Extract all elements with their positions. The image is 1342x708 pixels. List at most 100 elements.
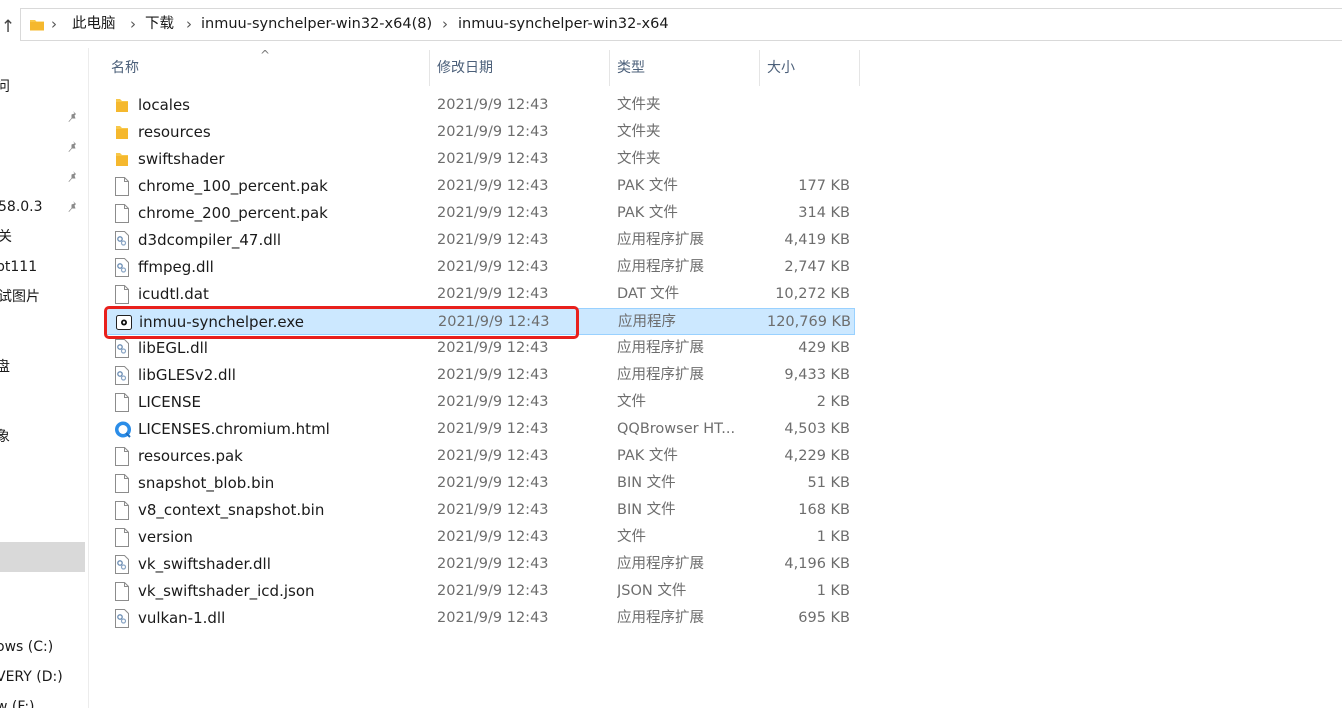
folder-icon [114, 95, 132, 116]
annotation-highlight-box [104, 306, 579, 339]
navigation-pane: 问 58.0.3 关 pt111 试图片 盘 象 ows (C:) VERY (… [0, 48, 86, 708]
file-name: swiftshader [138, 150, 225, 168]
pin-icon[interactable] [66, 140, 80, 154]
file-type: 应用程序扩展 [617, 610, 704, 626]
file-type: DAT 文件 [617, 286, 680, 302]
column-header-date[interactable]: 修改日期 [431, 50, 609, 86]
breadcrumb-separator: › [51, 15, 57, 33]
file-size: 4,503 KB [784, 421, 850, 437]
file-icon [114, 284, 132, 305]
file-row[interactable]: d3dcompiler_47.dll 2021/9/9 12:43 应用程序扩展 4,… [106, 227, 855, 254]
column-header-name[interactable]: 名称 [105, 50, 430, 86]
dll-icon [114, 608, 132, 629]
file-size: 4,419 KB [784, 232, 850, 248]
column-separator[interactable] [859, 50, 860, 86]
nav-item[interactable]: pt111 [0, 253, 37, 281]
file-row[interactable]: resources 2021/9/9 12:43 文件夹 [106, 119, 855, 146]
file-size: 1 KB [816, 529, 850, 545]
file-row[interactable]: swiftshader 2021/9/9 12:43 文件夹 [106, 146, 855, 173]
nav-item[interactable]: 试图片 [0, 283, 40, 311]
file-icon [114, 527, 132, 548]
file-date: 2021/9/9 12:43 [437, 421, 549, 437]
file-row[interactable]: version 2021/9/9 12:43 文件 1 KB [106, 524, 855, 551]
file-icon [114, 392, 132, 413]
file-row[interactable]: locales 2021/9/9 12:43 文件夹 [106, 92, 855, 119]
column-header-size[interactable]: 大小 [761, 50, 859, 86]
folder-icon [114, 149, 132, 170]
file-type: 文件 [617, 394, 646, 410]
nav-item[interactable]: 盘 [0, 353, 10, 381]
file-row[interactable]: vk_swiftshader_icd.json 2021/9/9 12:43 JSO… [106, 578, 855, 605]
file-size: 4,196 KB [784, 556, 850, 572]
column-separator[interactable] [609, 50, 610, 86]
dll-icon [114, 554, 132, 575]
file-row[interactable]: vulkan-1.dll 2021/9/9 12:43 应用程序扩展 695 KB [106, 605, 855, 632]
nav-item-drive-d[interactable]: VERY (D:) [0, 663, 63, 691]
file-date: 2021/9/9 12:43 [437, 286, 549, 302]
file-row[interactable]: vk_swiftshader.dll 2021/9/9 12:43 应用程序扩展 4,… [106, 551, 855, 578]
breadcrumb-parent-folder[interactable]: inmuu-synchelper-win32-x64(8) [201, 9, 432, 40]
file-row[interactable]: icudtl.dat 2021/9/9 12:43 DAT 文件 10,272 KB [106, 281, 855, 308]
address-bar: ↑ › 此电脑 › 下载 › inmuu-synchelper-win32-x6… [0, 0, 1342, 48]
file-date: 2021/9/9 12:43 [437, 583, 549, 599]
up-arrow-icon[interactable]: ↑ [0, 15, 16, 39]
breadcrumb-downloads[interactable]: 下载 [145, 9, 174, 40]
file-row[interactable]: resources.pak 2021/9/9 12:43 PAK 文件 4,229 K… [106, 443, 855, 470]
nav-item[interactable]: 象 [0, 423, 10, 451]
file-row[interactable]: chrome_200_percent.pak 2021/9/9 12:43 PAK … [106, 200, 855, 227]
nav-item[interactable]: 问 [0, 73, 10, 101]
file-date: 2021/9/9 12:43 [437, 205, 549, 221]
file-date: 2021/9/9 12:43 [437, 475, 549, 491]
file-row[interactable]: snapshot_blob.bin 2021/9/9 12:43 BIN 文件 51 … [106, 470, 855, 497]
file-type: PAK 文件 [617, 178, 678, 194]
file-name: LICENSES.chromium.html [138, 420, 330, 438]
file-row[interactable]: libGLESv2.dll 2021/9/9 12:43 应用程序扩展 9,433 K… [106, 362, 855, 389]
file-icon [114, 203, 132, 224]
pin-icon[interactable] [66, 110, 80, 124]
file-name: d3dcompiler_47.dll [138, 231, 282, 249]
column-separator[interactable] [429, 50, 430, 86]
file-name: ffmpeg.dll [138, 258, 214, 276]
breadcrumb-this-pc[interactable]: 此电脑 [72, 9, 116, 40]
file-row[interactable]: v8_context_snapshot.bin 2021/9/9 12:43 BIN… [106, 497, 855, 524]
file-name: v8_context_snapshot.bin [138, 501, 325, 519]
file-date: 2021/9/9 12:43 [437, 124, 549, 140]
nav-item-drive-c[interactable]: ows (C:) [0, 633, 53, 661]
file-date: 2021/9/9 12:43 [437, 151, 549, 167]
file-size [756, 146, 850, 173]
nav-item[interactable]: 58.0.3 [0, 193, 43, 221]
file-type: PAK 文件 [617, 205, 678, 221]
file-date: 2021/9/9 12:43 [437, 610, 549, 626]
file-icon [114, 176, 132, 197]
file-name: locales [138, 96, 190, 114]
pin-icon[interactable] [66, 200, 80, 214]
breadcrumb[interactable]: › 此电脑 › 下载 › inmuu-synchelper-win32-x64(… [20, 8, 1342, 41]
file-name: snapshot_blob.bin [138, 474, 275, 492]
dll-icon [114, 230, 132, 251]
file-icon [114, 581, 132, 602]
file-name: version [138, 528, 193, 546]
file-row[interactable]: LICENSE 2021/9/9 12:43 文件 2 KB [106, 389, 855, 416]
file-name: resources [138, 123, 211, 141]
column-separator[interactable] [759, 50, 760, 86]
file-type: 文件 [617, 529, 646, 545]
file-size [756, 92, 850, 119]
file-type: 应用程序扩展 [617, 232, 704, 248]
file-row[interactable]: ffmpeg.dll 2021/9/9 12:43 应用程序扩展 2,747 KB [106, 254, 855, 281]
file-size: 51 KB [807, 475, 850, 491]
file-row[interactable]: LICENSES.chromium.html 2021/9/9 12:43 QQBr… [106, 416, 855, 443]
file-size: 4,229 KB [784, 448, 850, 464]
file-size: 168 KB [798, 502, 850, 518]
file-type: 应用程序扩展 [617, 340, 704, 356]
file-row[interactable]: chrome_100_percent.pak 2021/9/9 12:43 PAK … [106, 173, 855, 200]
pane-divider [88, 48, 89, 708]
file-icon [114, 500, 132, 521]
column-header-type[interactable]: 类型 [611, 50, 759, 86]
file-size: 1 KB [816, 583, 850, 599]
pin-icon[interactable] [66, 170, 80, 184]
nav-item[interactable]: 关 [0, 223, 12, 251]
breadcrumb-current-folder[interactable]: inmuu-synchelper-win32-x64 [458, 9, 669, 40]
nav-item-drive-f[interactable]: w (F:) [0, 693, 35, 708]
file-row[interactable]: libEGL.dll 2021/9/9 12:43 应用程序扩展 429 KB [106, 335, 855, 362]
file-name: chrome_100_percent.pak [138, 177, 328, 195]
